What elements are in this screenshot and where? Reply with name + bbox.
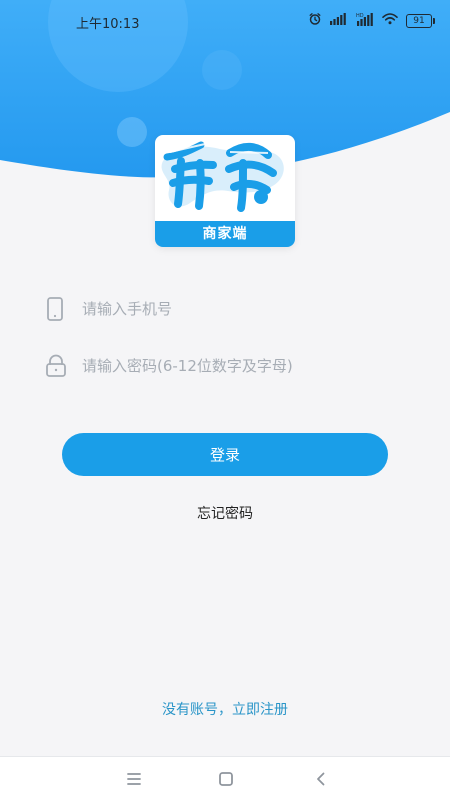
phone-input[interactable] bbox=[82, 289, 372, 329]
lock-icon bbox=[42, 354, 70, 378]
hd-signal-icon: HD bbox=[356, 12, 374, 30]
alarm-icon bbox=[308, 12, 322, 30]
login-button[interactable]: 登录 bbox=[62, 433, 388, 476]
status-icons: HD 91 bbox=[308, 12, 435, 30]
forgot-password-link[interactable]: 忘记密码 bbox=[0, 503, 450, 523]
back-icon[interactable] bbox=[309, 767, 333, 791]
logo-subtitle: 商家端 bbox=[202, 226, 248, 242]
phone-field bbox=[42, 289, 372, 329]
password-input[interactable] bbox=[82, 346, 372, 386]
signal-icon bbox=[330, 13, 348, 29]
svg-text:HD: HD bbox=[356, 13, 364, 19]
menu-icon[interactable] bbox=[122, 767, 146, 791]
battery-indicator: 91 bbox=[406, 14, 435, 28]
status-time: 上午10:13 bbox=[76, 17, 140, 32]
system-navigation-bar bbox=[0, 756, 450, 801]
wifi-icon bbox=[382, 13, 398, 29]
register-link[interactable]: 没有账号，立即注册 bbox=[0, 699, 450, 719]
phone-icon bbox=[42, 297, 70, 321]
app-logo: 商家端 bbox=[155, 135, 295, 247]
logo-mark bbox=[155, 135, 295, 221]
password-field bbox=[42, 346, 372, 386]
home-icon[interactable] bbox=[214, 767, 238, 791]
status-bar: 上午10:13 HD 91 bbox=[0, 0, 450, 42]
